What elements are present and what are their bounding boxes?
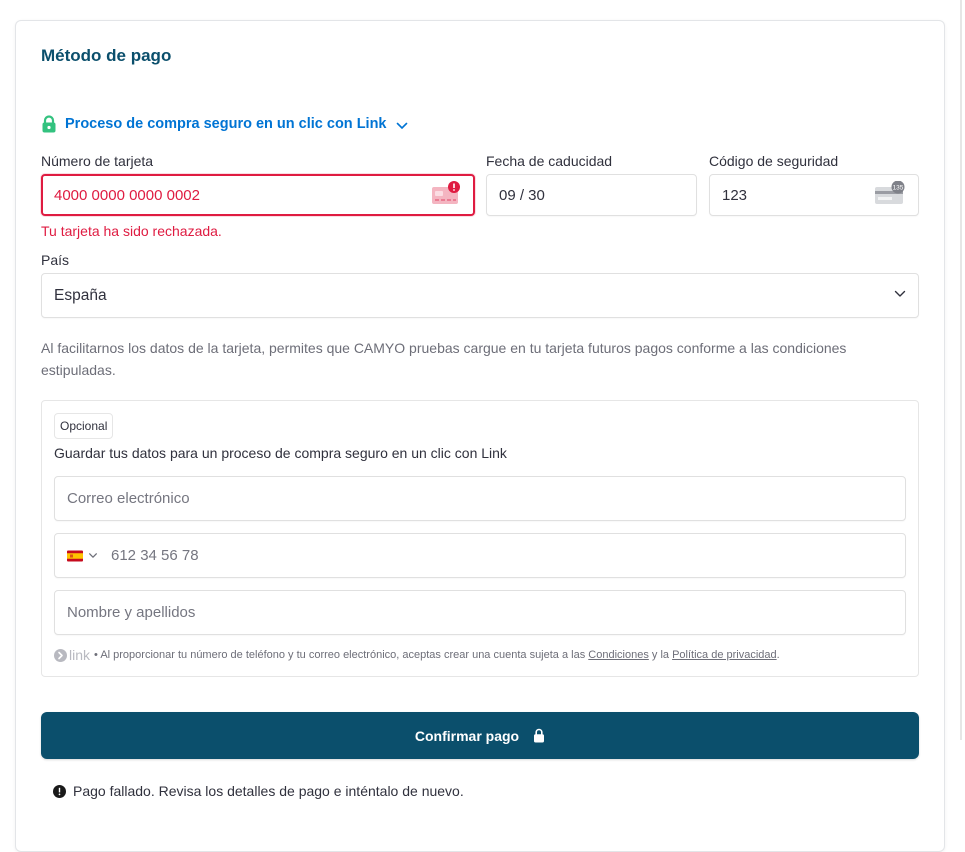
svg-text:135: 135 <box>893 184 904 191</box>
lock-icon <box>42 115 56 133</box>
spain-flag-icon <box>67 550 83 561</box>
card-error-icon <box>431 181 461 209</box>
card-number-input[interactable]: 4000 0000 0000 0002 <box>41 174 475 216</box>
expiry-value: 09 / 30 <box>499 186 545 204</box>
chevron-down-icon <box>894 287 906 305</box>
link-logo-icon <box>54 648 67 662</box>
country-select[interactable]: España <box>41 273 919 318</box>
scrollbar[interactable] <box>960 0 962 740</box>
country-code-select[interactable] <box>67 550 98 561</box>
mandate-notice: Al facilitarnos los datos de la tarjeta,… <box>41 340 847 378</box>
link-legal-text: link • Al proporcionar tu número de telé… <box>54 647 780 663</box>
terms-link[interactable]: Condiciones <box>588 649 649 661</box>
payment-failed-message: Pago fallado. Revisa los detalles de pag… <box>53 783 464 799</box>
legal-prefix: • Al proporcionar tu número de teléfono … <box>94 649 586 661</box>
cvc-input[interactable]: 123 135 <box>709 174 919 216</box>
link-save-text: Guardar tus datos para un proceso de com… <box>54 445 507 461</box>
name-placeholder: Nombre y apellidos <box>67 604 196 621</box>
alert-icon <box>53 784 66 798</box>
cvc-card-icon: 135 <box>874 180 906 209</box>
country-value: España <box>54 286 107 304</box>
phone-field[interactable]: 612 34 56 78 <box>54 533 906 578</box>
card-number-label: Número de tarjeta <box>41 153 154 169</box>
card-number-value: 4000 0000 0000 0002 <box>54 186 200 204</box>
optional-badge: Opcional <box>54 413 114 439</box>
page-title: Método de pago <box>41 46 172 65</box>
legal-end: . <box>776 649 780 661</box>
phone-placeholder: 612 34 56 78 <box>111 547 199 564</box>
expiry-input[interactable]: 09 / 30 <box>486 174 697 216</box>
expiry-label: Fecha de caducidad <box>486 153 613 169</box>
email-field[interactable]: Correo electrónico <box>54 476 906 521</box>
email-placeholder: Correo electrónico <box>67 490 190 507</box>
chevron-down-icon <box>396 122 407 129</box>
legal-and: y la <box>651 649 670 661</box>
name-field[interactable]: Nombre y apellidos <box>54 590 906 635</box>
cvc-value: 123 <box>722 186 748 204</box>
chevron-down-icon <box>89 553 97 558</box>
privacy-link[interactable]: Política de privacidad <box>672 649 777 661</box>
link-checkout-toggle[interactable]: Proceso de compra seguro en un clic con … <box>41 115 408 133</box>
confirm-payment-button[interactable]: Confirmar pago <box>41 712 919 759</box>
country-label: País <box>41 252 70 268</box>
card-error-message: Tu tarjeta ha sido rechazada. <box>41 223 222 239</box>
payment-failed-text: Pago fallado. Revisa los detalles de pag… <box>73 783 464 799</box>
confirm-payment-label: Confirmar pago <box>414 727 520 744</box>
lock-icon <box>534 728 545 743</box>
link-save-panel: Opcional Guardar tus datos para un proce… <box>41 400 919 677</box>
payment-card: Método de pago Proceso de compra seguro … <box>15 20 945 852</box>
link-brand: link <box>69 647 91 663</box>
link-checkout-label: Proceso de compra seguro en un clic con … <box>65 116 387 132</box>
cvc-label: Código de seguridad <box>709 153 839 169</box>
